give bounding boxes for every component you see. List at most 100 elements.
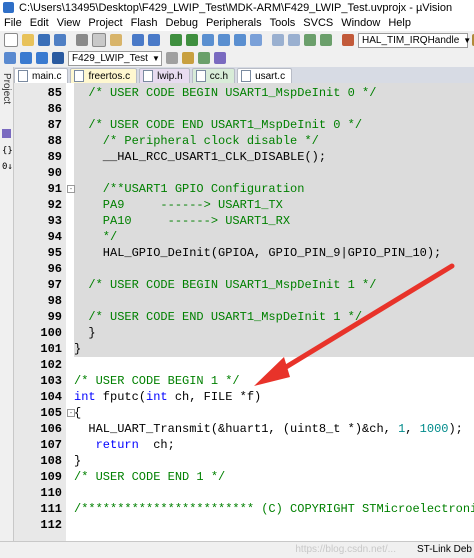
line-number: 95 bbox=[47, 246, 62, 260]
indent-icon[interactable] bbox=[272, 34, 284, 46]
code-line[interactable]: 88 /* Peripheral clock disable */ bbox=[14, 133, 474, 149]
code-text: PA9 ------> USART1_TX bbox=[74, 198, 283, 212]
books-icon[interactable] bbox=[2, 129, 11, 138]
code-line[interactable]: 91- /**USART1 GPIO Configuration bbox=[14, 181, 474, 197]
rebuild-icon[interactable] bbox=[36, 52, 48, 64]
menu-flash[interactable]: Flash bbox=[127, 17, 162, 29]
code-line[interactable]: 96 bbox=[14, 261, 474, 277]
menu-help[interactable]: Help bbox=[384, 17, 415, 29]
target-options-icon[interactable] bbox=[166, 52, 178, 64]
window-title: C:\Users\13495\Desktop\F429_LWIP_Test\MD… bbox=[19, 1, 453, 14]
code-line[interactable]: 111 /************************ (C) COPYRIG… bbox=[14, 501, 474, 517]
code-line[interactable]: 86 bbox=[14, 101, 474, 117]
tab-lwip-h[interactable]: lwip.h bbox=[139, 68, 190, 83]
line-number: 104 bbox=[40, 390, 62, 404]
code-text: return ch; bbox=[95, 438, 175, 452]
code-line[interactable]: 90 bbox=[14, 165, 474, 181]
line-number: 87 bbox=[47, 118, 62, 132]
menu-window[interactable]: Window bbox=[337, 17, 384, 29]
code-editor[interactable]: 85 /* USER CODE BEGIN USART1_MspDeInit 0… bbox=[14, 83, 474, 541]
tab-usart-c[interactable]: usart.c bbox=[237, 68, 293, 83]
line-number: 102 bbox=[40, 358, 62, 372]
tab-label: lwip.h bbox=[157, 70, 183, 82]
project-panel-collapsed[interactable]: Project {} 0↓ bbox=[0, 67, 14, 557]
line-number: 93 bbox=[47, 214, 62, 228]
code-line[interactable]: 93 PA10 ------> USART1_RX bbox=[14, 213, 474, 229]
load-download-icon[interactable] bbox=[52, 52, 64, 64]
comment-icon[interactable] bbox=[304, 34, 316, 46]
paste-icon[interactable] bbox=[110, 34, 122, 46]
bookmark-icon[interactable] bbox=[202, 34, 214, 46]
status-bar: https://blog.csdn.net/... ST-Link Deb bbox=[0, 541, 474, 558]
chevron-down-icon[interactable]: ▼ bbox=[152, 52, 160, 65]
new-file-icon[interactable] bbox=[4, 33, 18, 47]
code-line[interactable]: 85 /* USER CODE BEGIN USART1_MspDeInit 0… bbox=[14, 85, 474, 101]
tab-main-c[interactable]: main.c bbox=[14, 68, 69, 83]
tab-freertos-c[interactable]: freertos.c bbox=[70, 68, 138, 83]
code-line[interactable]: 101} bbox=[14, 341, 474, 357]
code-line[interactable]: 104 int fputc(int ch, FILE *f) bbox=[14, 389, 474, 405]
templates-icon[interactable]: 0↓ bbox=[2, 163, 13, 172]
code-line[interactable]: 100 } bbox=[14, 325, 474, 341]
code-text: /* USER CODE END 1 */ bbox=[74, 470, 226, 484]
menu-svcs[interactable]: SVCS bbox=[299, 17, 337, 29]
pack-installer-icon[interactable] bbox=[214, 52, 226, 64]
clear-bookmarks-icon[interactable] bbox=[250, 34, 262, 46]
functions-icon[interactable]: {} bbox=[2, 147, 13, 156]
translate-icon[interactable] bbox=[4, 52, 16, 64]
code-line[interactable]: 108} bbox=[14, 453, 474, 469]
menu-view[interactable]: View bbox=[53, 17, 85, 29]
file-extensions-icon[interactable] bbox=[182, 52, 194, 64]
cut-icon[interactable] bbox=[76, 34, 88, 46]
code-line[interactable]: 103 /* USER CODE BEGIN 1 */ bbox=[14, 373, 474, 389]
code-text: /************************ (C) COPYRIGHT … bbox=[74, 502, 474, 516]
menu-file[interactable]: File bbox=[0, 17, 26, 29]
save-icon[interactable] bbox=[38, 34, 50, 46]
tab-cc-h[interactable]: cc.h bbox=[191, 68, 236, 83]
c-file-icon bbox=[18, 70, 28, 82]
uncomment-icon[interactable] bbox=[320, 34, 332, 46]
code-line[interactable]: 98 bbox=[14, 293, 474, 309]
manage-run-time-icon[interactable] bbox=[198, 52, 210, 64]
undo-icon[interactable] bbox=[132, 34, 144, 46]
menu-peripherals[interactable]: Peripherals bbox=[202, 17, 266, 29]
line-number: 88 bbox=[47, 134, 62, 148]
code-line[interactable]: 110 bbox=[14, 485, 474, 501]
prev-bookmark-icon[interactable] bbox=[218, 34, 230, 46]
code-line[interactable]: 97 /* USER CODE BEGIN USART1_MspDeInit 1… bbox=[14, 277, 474, 293]
copy-icon[interactable] bbox=[92, 33, 106, 47]
unindent-icon[interactable] bbox=[288, 34, 300, 46]
save-all-icon[interactable] bbox=[54, 34, 66, 46]
code-text: */ bbox=[74, 230, 118, 244]
code-line[interactable]: 95 HAL_GPIO_DeInit(GPIOA, GPIO_PIN_9|GPI… bbox=[14, 245, 474, 261]
function-combo[interactable]: HAL_TIM_IRQHandle ▼ bbox=[358, 32, 471, 48]
code-line[interactable]: 105-{ bbox=[14, 405, 474, 421]
menu-edit[interactable]: Edit bbox=[26, 17, 53, 29]
code-line[interactable]: 87 /* USER CODE END USART1_MspDeInit 0 *… bbox=[14, 117, 474, 133]
redo-icon[interactable] bbox=[148, 34, 160, 46]
code-text: } bbox=[74, 342, 82, 356]
code-line[interactable]: 107 return ch; bbox=[14, 437, 474, 453]
menu-project[interactable]: Project bbox=[84, 17, 126, 29]
target-combo[interactable]: F429_LWIP_Test ▼ bbox=[68, 50, 162, 66]
code-line[interactable]: 94 */ bbox=[14, 229, 474, 245]
code-text: HAL_UART_Transmit(&huart1, (uint8_t *)&c… bbox=[74, 422, 463, 436]
code-line[interactable]: 102 bbox=[14, 357, 474, 373]
code-line[interactable]: 106 HAL_UART_Transmit(&huart1, (uint8_t … bbox=[14, 421, 474, 437]
code-line[interactable]: 99 /* USER CODE END USART1_MspDeInit 1 *… bbox=[14, 309, 474, 325]
code-text: PA10 ------> USART1_RX bbox=[74, 214, 291, 228]
next-bookmark-icon[interactable] bbox=[234, 34, 246, 46]
code-line[interactable]: 112 bbox=[14, 517, 474, 533]
code-text: /* USER CODE END USART1_MspDeInit 0 */ bbox=[74, 118, 363, 132]
open-folder-icon[interactable] bbox=[22, 34, 34, 46]
nav-back-icon[interactable] bbox=[170, 34, 182, 46]
code-line[interactable]: 89 __HAL_RCC_USART1_CLK_DISABLE(); bbox=[14, 149, 474, 165]
code-line[interactable]: 109 /* USER CODE END 1 */ bbox=[14, 469, 474, 485]
find-in-files-icon[interactable] bbox=[342, 34, 354, 46]
build-icon[interactable] bbox=[20, 52, 32, 64]
menu-tools[interactable]: Tools bbox=[266, 17, 300, 29]
code-line[interactable]: 92 PA9 ------> USART1_TX bbox=[14, 197, 474, 213]
menu-debug[interactable]: Debug bbox=[162, 17, 202, 29]
nav-forward-icon[interactable] bbox=[186, 34, 198, 46]
chevron-down-icon[interactable]: ▼ bbox=[463, 34, 471, 47]
